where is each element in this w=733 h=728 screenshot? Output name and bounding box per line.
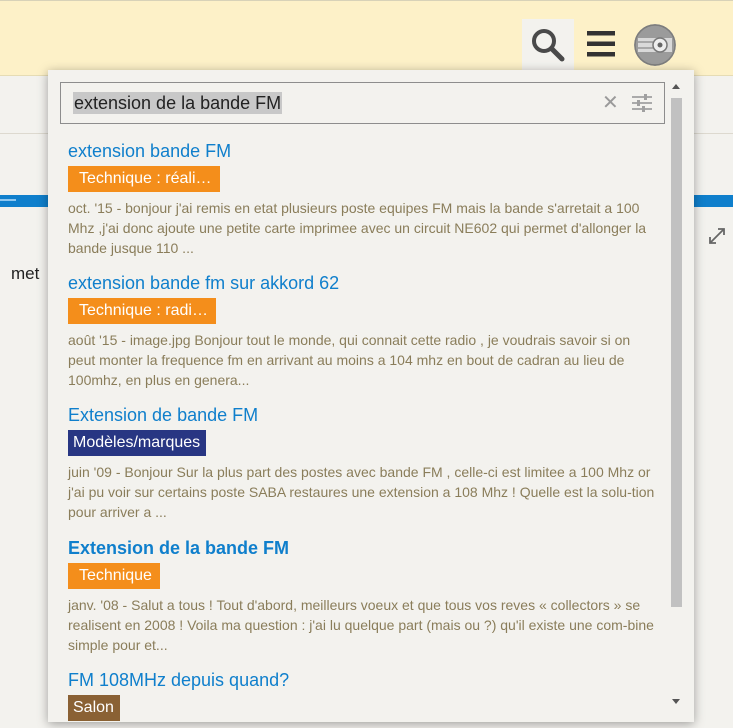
result-excerpt: janv. '08 - Salut a tous ! Tout d'abord,… [68,597,654,653]
sliders-icon[interactable] [631,93,653,113]
scroll-up-arrow-icon[interactable] [672,84,680,89]
search-result[interactable]: extension bande fm sur akkord 62 Techniq… [68,272,638,404]
search-result[interactable]: FM 108MHz depuis quand? Salon [68,669,638,722]
results-scrollbar[interactable] [670,80,684,712]
scrollbar-thumb[interactable] [671,98,682,607]
search-icon [532,29,565,62]
result-excerpt: juin '09 - Bonjour Sur la plus part des … [68,464,655,520]
result-excerpt: oct. '15 - bonjour j'ai remis en etat pl… [68,200,647,256]
header-menu-button[interactable] [585,29,617,59]
site-header [0,0,733,77]
fullscreen-button[interactable] [707,226,727,246]
search-result[interactable]: extension bande FM Technique : réali… oc… [68,140,646,272]
header-search-button[interactable] [522,19,574,77]
scroll-down-arrow-icon[interactable] [672,699,680,704]
expand-icon [709,228,725,244]
hamburger-menu-icon [587,31,615,57]
user-avatar-image [634,24,676,66]
search-results-list: extension bande FM Technique : réali… oc… [68,140,654,722]
search-input-value[interactable]: extension de la bande FM [73,92,283,114]
clear-x-icon[interactable]: ✕ [602,93,619,113]
background-text: met [11,264,40,283]
category-tag[interactable]: Technique : radi… [68,298,216,324]
search-input[interactable]: extension de la bande FM ✕ [60,82,665,124]
result-excerpt: août '15 - image.jpg Bonjour tout le mon… [68,332,631,388]
result-title[interactable]: Extension de la bande FM [68,537,638,559]
search-result[interactable]: Extension de bande FM Modèles/marques ju… [68,404,654,537]
category-tag[interactable]: Salon [68,695,120,721]
avatar[interactable] [634,24,676,66]
search-dropdown: extension de la bande FM ✕ extension ban… [48,70,694,722]
result-title[interactable]: extension bande FM [68,140,638,162]
category-tag[interactable]: Technique : réali… [68,166,220,192]
result-title[interactable]: FM 108MHz depuis quand? [68,669,638,691]
category-tag[interactable]: Modèles/marques [68,430,207,456]
search-result[interactable]: Extension de la bande FM Technique janv.… [68,537,654,669]
result-title[interactable]: Extension de bande FM [68,404,638,426]
category-tag[interactable]: Technique [68,563,160,589]
result-title[interactable]: extension bande fm sur akkord 62 [68,272,638,294]
